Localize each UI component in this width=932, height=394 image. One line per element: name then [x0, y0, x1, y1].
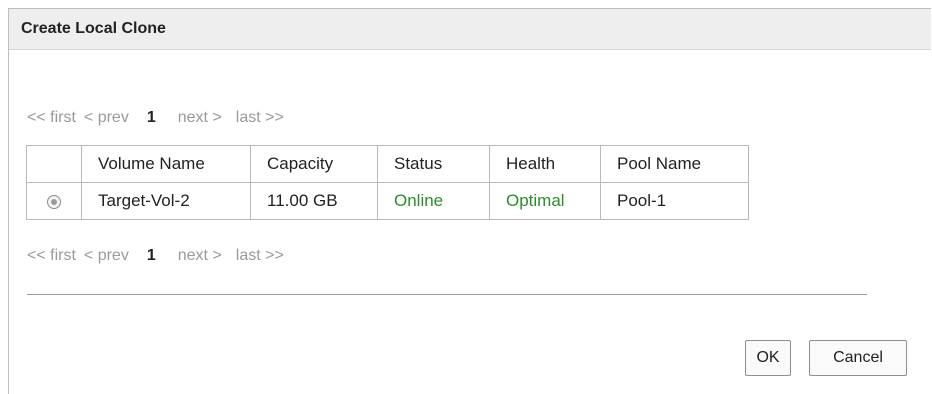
ok-button[interactable]: OK	[745, 340, 791, 376]
pager-current-page: 1	[146, 109, 156, 126]
dialog-title: Create Local Clone	[9, 9, 931, 50]
col-header-status: Status	[377, 145, 490, 183]
volume-table: Volume Name Capacity Status Health Pool …	[26, 145, 749, 220]
col-header-health: Health	[489, 145, 601, 183]
col-header-select	[26, 145, 82, 183]
row-radio-button[interactable]	[47, 194, 61, 209]
pager-prev-link[interactable]: < prev	[84, 247, 129, 265]
cell-capacity: 11.00 GB	[250, 182, 378, 220]
pager-prev-link[interactable]: < prev	[84, 109, 129, 127]
table-header-row: Volume Name Capacity Status Health Pool …	[26, 145, 749, 183]
divider	[27, 294, 867, 295]
cell-status: Online	[377, 182, 490, 220]
create-local-clone-dialog: Create Local Clone << first < prev 1 nex…	[8, 8, 931, 394]
pager-last-link[interactable]: last >>	[236, 247, 284, 265]
pager-top: << first < prev 1 next > last >>	[27, 109, 298, 127]
cancel-button[interactable]: Cancel	[809, 340, 907, 376]
pager-next-link[interactable]: next >	[178, 247, 222, 265]
pager-last-link[interactable]: last >>	[236, 109, 284, 127]
col-header-capacity: Capacity	[250, 145, 378, 183]
pager-first-link[interactable]: << first	[27, 247, 76, 265]
pager-next-link[interactable]: next >	[178, 109, 222, 127]
cell-health: Optimal	[489, 182, 601, 220]
row-select-cell[interactable]	[26, 182, 82, 220]
pager-first-link[interactable]: << first	[27, 109, 76, 127]
pager-bottom: << first < prev 1 next > last >>	[27, 247, 298, 265]
pager-current-page: 1	[146, 247, 156, 264]
col-header-pool-name: Pool Name	[600, 145, 749, 183]
table-row[interactable]: Target-Vol-2 11.00 GB Online Optimal Poo…	[26, 182, 749, 220]
cell-pool-name: Pool-1	[600, 182, 749, 220]
col-header-volume-name: Volume Name	[81, 145, 251, 183]
cell-volume-name: Target-Vol-2	[81, 182, 251, 220]
